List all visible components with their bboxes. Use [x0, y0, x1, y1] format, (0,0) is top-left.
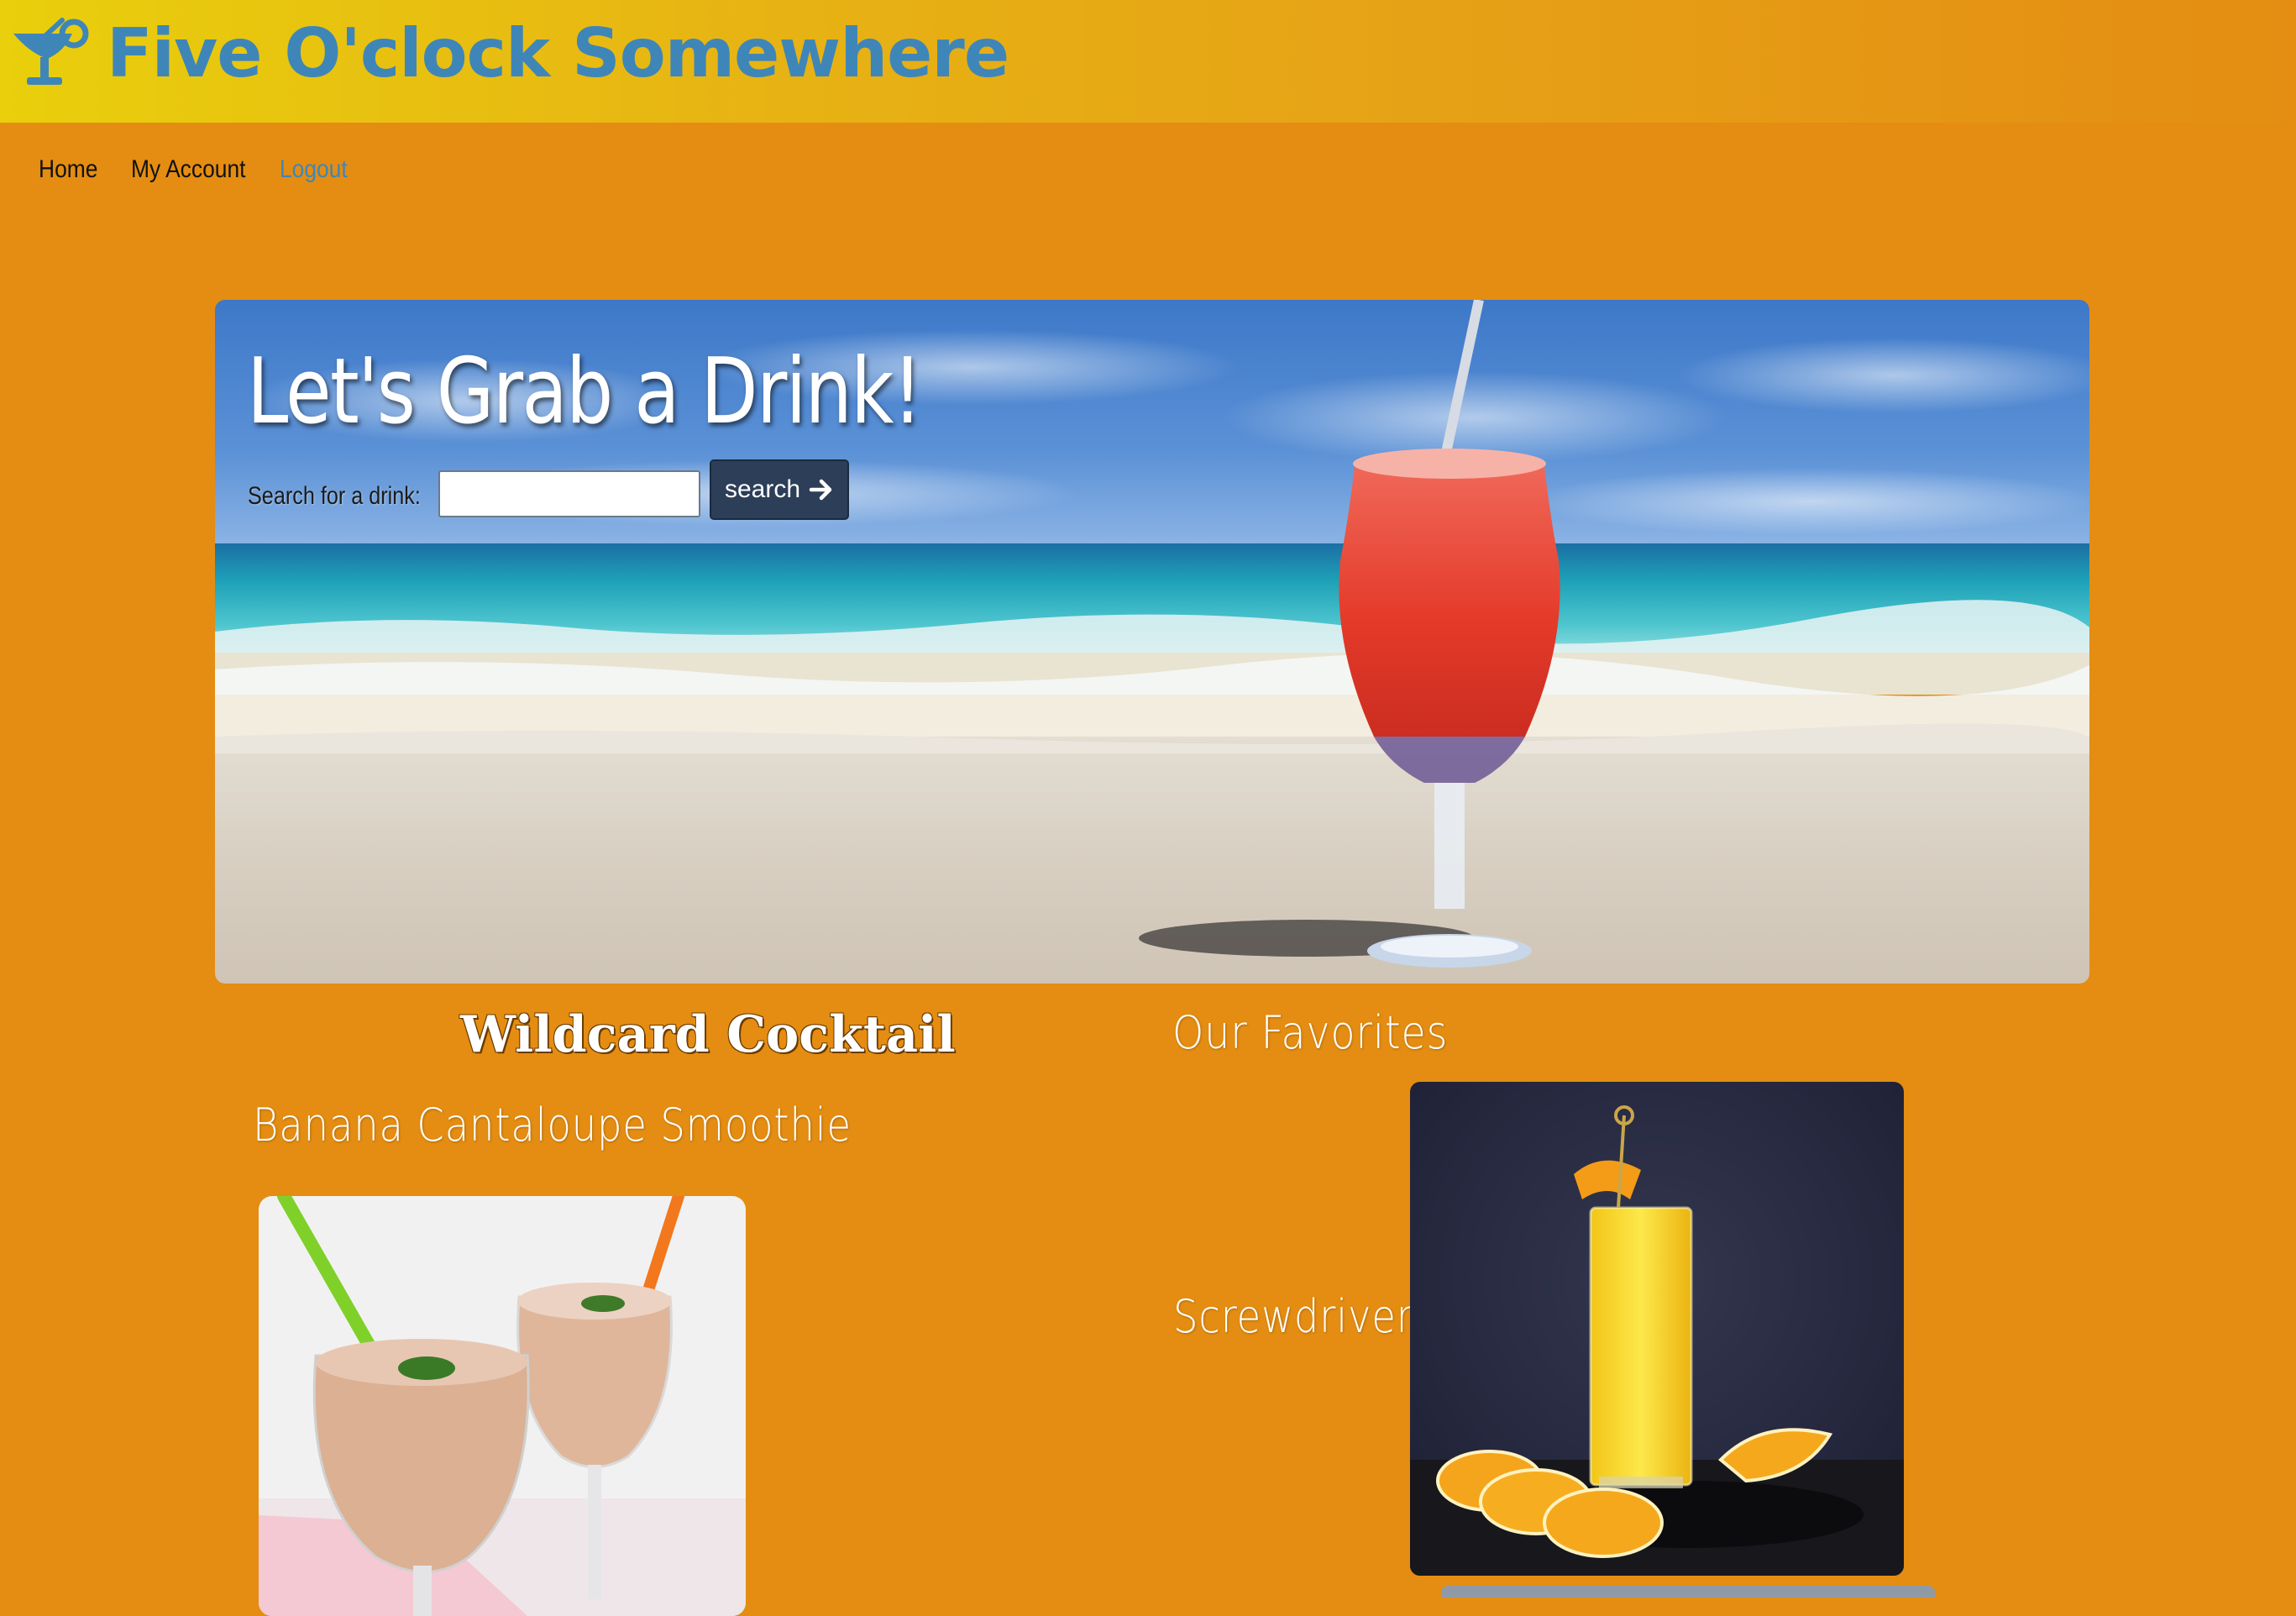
drink-search-input[interactable] [438, 470, 700, 517]
wildcard-drink-name[interactable]: Banana Cantaloupe Smoothie [253, 1090, 852, 1161]
site-title[interactable]: Five O'clock Somewhere [107, 12, 1009, 96]
favorite-drink-name[interactable]: Screwdriver [1173, 1282, 1413, 1352]
search-button[interactable]: search [710, 459, 849, 520]
nav-home-link[interactable]: Home [39, 151, 97, 188]
smoothie-glasses-image[interactable] [259, 1196, 746, 1616]
nav-logout-link[interactable]: Logout [280, 151, 348, 188]
cocktail-glass-icon[interactable] [10, 15, 91, 89]
main-nav: Home My Account Logout [39, 151, 382, 188]
hero-title: Let's Grab a Drink! [247, 339, 922, 444]
wildcard-heading: Wildcard Cocktail [460, 1005, 956, 1064]
hero-banner: Let's Grab a Drink! Search for a drink: … [215, 300, 2089, 984]
nav-my-account-link[interactable]: My Account [131, 151, 245, 188]
screwdriver-glass-image[interactable] [1410, 1082, 1904, 1576]
favorites-heading: Our Favorites [1172, 1006, 1449, 1059]
search-label: Search for a drink: [248, 482, 421, 510]
search-button-label: search [724, 475, 801, 503]
favorite-card-footer [1441, 1586, 1935, 1598]
site-header: Five O'clock Somewhere [0, 0, 2296, 123]
arrow-right-icon [809, 479, 832, 501]
